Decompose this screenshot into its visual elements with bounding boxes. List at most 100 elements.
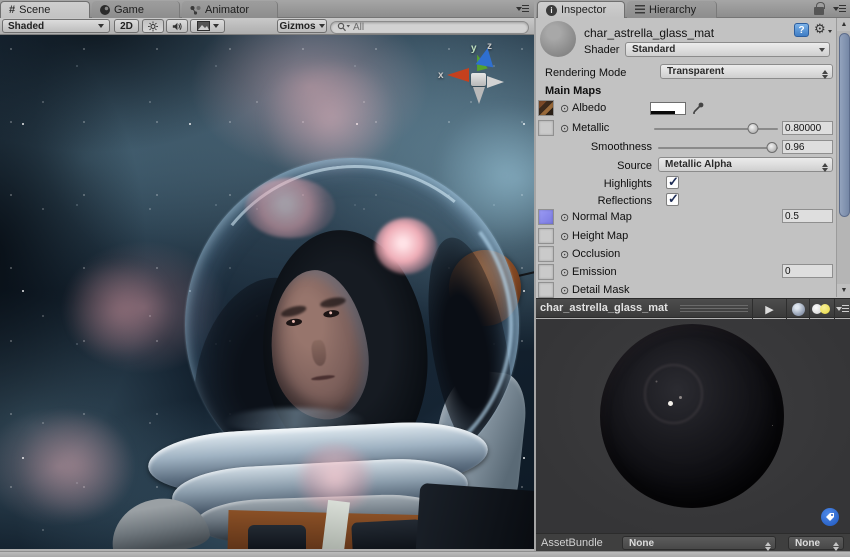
texture-picker-icon[interactable]: ⊙ [560, 266, 569, 279]
speaker-icon [172, 21, 182, 32]
game-icon [100, 5, 110, 15]
metallic-value-field[interactable]: 0.80000 [782, 121, 833, 135]
preview-play-button[interactable]: ▶ [752, 299, 786, 319]
preview-mesh-toggle[interactable] [786, 299, 809, 319]
assetbundle-bar: AssetBundle None None [536, 533, 850, 551]
eyedropper-icon[interactable] [691, 101, 705, 115]
detail-mask-label: Detail Mask [572, 284, 629, 296]
texture-picker-icon[interactable]: ⊙ [560, 211, 569, 224]
texture-picker-icon[interactable]: ⊙ [560, 248, 569, 261]
smoothness-slider-knob[interactable] [767, 142, 778, 153]
orientation-gizmo[interactable]: x y z ‹ Persp [435, 40, 525, 145]
assetbundle-variant-value: None [795, 538, 820, 549]
rendering-mode-dropdown[interactable]: Transparent [660, 64, 833, 79]
face-eye [323, 309, 340, 318]
source-label: Source [556, 160, 652, 172]
shader-dropdown[interactable]: Standard [625, 42, 830, 57]
texture-picker-icon[interactable]: ⊙ [560, 230, 569, 243]
albedo-texture-slot[interactable] [538, 100, 554, 116]
inspector-scrollbar[interactable]: ▲ ▼ [836, 18, 850, 297]
normal-map-texture-slot[interactable] [538, 209, 554, 225]
normal-map-value-field[interactable]: 0.5 [782, 209, 833, 223]
axis-free-cone-down[interactable] [473, 87, 485, 104]
preview-lighting-toggle[interactable] [809, 299, 834, 319]
lock-icon[interactable] [814, 7, 824, 15]
preview-sphere[interactable] [600, 324, 784, 508]
height-map-texture-slot[interactable] [538, 228, 554, 244]
popup-arrows-icon [822, 67, 828, 82]
preview-drag-handle[interactable] [680, 305, 748, 313]
gizmo-center-cube[interactable] [471, 73, 486, 86]
scroll-down-arrow[interactable]: ▼ [837, 284, 850, 297]
material-inspector: char_astrella_glass_mat ? ⚙ Shader Stand… [536, 18, 850, 298]
effects-dropdown-button[interactable] [190, 19, 225, 33]
preview-title: char_astrella_glass_mat [540, 302, 668, 314]
scrollbar-thumb[interactable] [839, 33, 850, 217]
nebula-wisp [10, 415, 140, 515]
reflections-checkbox[interactable]: ✓ [666, 193, 679, 206]
emission-value-field[interactable]: 0 [782, 264, 833, 278]
scroll-up-arrow[interactable]: ▲ [837, 18, 850, 31]
chevron-down-icon [98, 24, 104, 31]
tab-animator-label: Animator [205, 4, 249, 16]
left-pane-menu-icon[interactable] [516, 4, 529, 14]
highlights-checkbox[interactable]: ✓ [666, 176, 679, 189]
shading-mode-dropdown[interactable]: Shaded [2, 19, 110, 33]
axis-x-label: x [438, 70, 444, 81]
lights-icon [812, 303, 832, 316]
detail-mask-texture-slot[interactable] [538, 282, 554, 298]
smoothness-value-field[interactable]: 0.96 [782, 140, 833, 154]
tab-inspector[interactable]: i Inspector [537, 1, 625, 18]
albedo-label: Albedo [572, 102, 606, 114]
inspector-pane-menu-icon[interactable] [833, 4, 846, 14]
assetbundle-variant-dropdown[interactable]: None [788, 536, 844, 550]
metallic-slider[interactable] [654, 128, 778, 130]
metallic-texture-slot[interactable] [538, 120, 554, 136]
audio-toggle-button[interactable] [166, 19, 188, 33]
gizmos-dropdown[interactable]: Gizmos [277, 19, 327, 33]
tab-hierarchy-label: Hierarchy [649, 4, 696, 16]
axis-x-cone[interactable] [447, 68, 469, 82]
hierarchy-icon [635, 5, 645, 14]
axis-z-cone[interactable] [476, 47, 497, 68]
smoothness-slider[interactable] [658, 147, 778, 149]
source-dropdown[interactable]: Metallic Alpha [658, 157, 833, 172]
chevron-down-icon [213, 24, 219, 31]
material-preview-area[interactable] [536, 319, 850, 533]
tab-game-label: Game [114, 4, 144, 16]
metallic-slider-knob[interactable] [748, 123, 759, 134]
tab-scene[interactable]: # Scene [0, 1, 90, 18]
gear-icon[interactable]: ⚙ [814, 21, 826, 37]
face-eye [286, 318, 303, 327]
tab-scene-label: Scene [19, 4, 50, 16]
axis-free-cone-right[interactable] [487, 76, 504, 88]
tab-hierarchy[interactable]: Hierarchy [627, 1, 717, 18]
emission-texture-slot[interactable] [538, 264, 554, 280]
rendering-mode-value: Transparent [667, 66, 724, 77]
texture-picker-icon[interactable]: ⊙ [560, 284, 569, 297]
lighting-toggle-button[interactable] [142, 19, 164, 33]
inspector-pane: i Inspector Hierarchy char_astrella_glas… [536, 0, 850, 557]
assetbundle-dropdown[interactable]: None [622, 536, 776, 550]
occlusion-label: Occlusion [572, 248, 620, 260]
asset-label-button[interactable] [821, 508, 839, 526]
suit-gear-right [416, 483, 534, 549]
help-icon[interactable]: ? [794, 23, 809, 37]
scene-search-input[interactable]: All [330, 21, 529, 34]
texture-picker-icon[interactable]: ⊙ [560, 122, 569, 135]
occlusion-texture-slot[interactable] [538, 246, 554, 262]
2d-toggle-button[interactable]: 2D [114, 19, 139, 33]
scene-viewport[interactable]: x y z ‹ Persp [0, 35, 534, 549]
tab-game[interactable]: Game [92, 1, 180, 18]
texture-picker-icon[interactable]: ⊙ [560, 102, 569, 115]
height-map-label: Height Map [572, 230, 628, 242]
face-nose [310, 339, 327, 367]
preview-header[interactable]: char_astrella_glass_mat ▶ [536, 298, 850, 318]
shader-value: Standard [632, 44, 675, 55]
albedo-color-swatch[interactable] [650, 102, 686, 115]
material-thumbnail[interactable] [540, 21, 576, 57]
preview-menu-button[interactable] [834, 299, 850, 319]
tab-inspector-label: Inspector [561, 4, 606, 16]
tab-animator[interactable]: Animator [182, 1, 278, 18]
scene-grid-icon: # [9, 4, 15, 16]
